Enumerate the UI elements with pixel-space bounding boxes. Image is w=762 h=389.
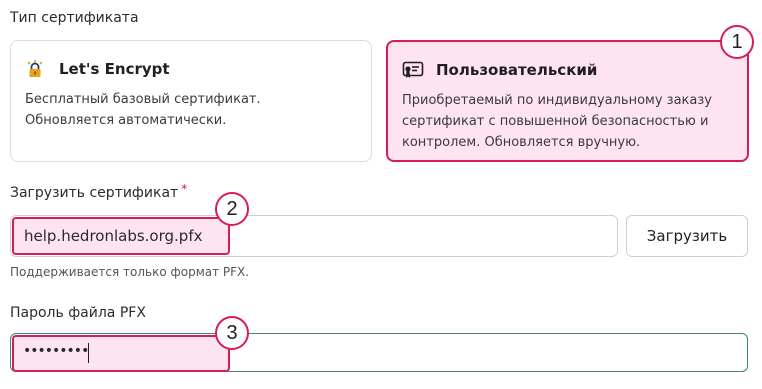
upload-label: Загрузить сертификат * — [10, 182, 188, 201]
password-value: ••••••••• — [23, 343, 89, 359]
upload-hint: Поддерживается только формат PFX. — [10, 265, 250, 279]
password-label: Пароль файла PFX — [10, 305, 146, 321]
option-card-custom[interactable]: Пользовательский Приобретаемый по индиви… — [386, 40, 749, 162]
upload-button[interactable]: Загрузить — [626, 215, 748, 257]
option-title: Пользовательский — [436, 61, 598, 79]
certificate-icon — [402, 60, 424, 80]
text-caret — [88, 343, 89, 363]
annotation-marker-1: 1 — [720, 25, 754, 59]
option-description: Приобретаемый по индивидуальному заказу … — [402, 93, 712, 150]
lock-shield-icon — [25, 59, 45, 79]
option-card-letsencrypt[interactable]: Let's Encrypt Бесплатный базовый сертифи… — [10, 40, 372, 162]
option-description: Бесплатный базовый сертификат. Обновляет… — [25, 92, 261, 128]
password-field[interactable]: ••••••••• — [10, 333, 748, 372]
annotation-marker-2: 2 — [215, 192, 249, 226]
certificate-file-field[interactable]: help.hedronlabs.org.pfx — [10, 215, 618, 257]
certificate-file-name: help.hedronlabs.org.pfx — [24, 227, 203, 245]
annotation-marker-3: 3 — [215, 316, 249, 350]
option-title: Let's Encrypt — [59, 60, 170, 78]
required-marker: * — [181, 182, 188, 196]
cert-type-label: Тип сертификата — [10, 10, 139, 26]
